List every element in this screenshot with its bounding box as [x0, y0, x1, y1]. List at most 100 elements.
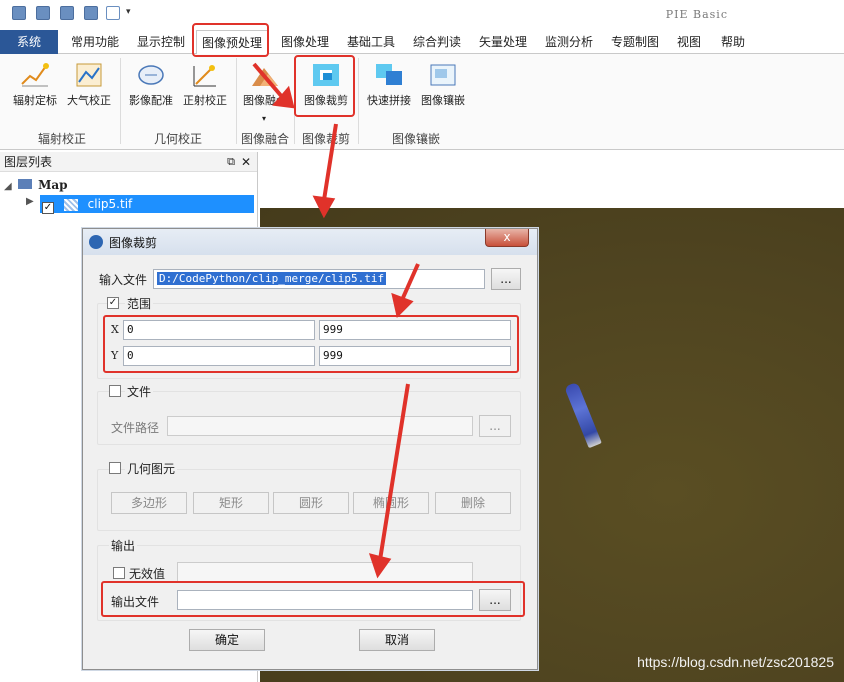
raster-icon: [63, 198, 78, 211]
atmospheric-correction-button[interactable]: 大气校正: [62, 62, 116, 108]
tab-display[interactable]: 显示控制: [130, 30, 192, 54]
quick-mosaic-label: 快速拼接: [367, 94, 411, 107]
dialog-close-button[interactable]: x: [485, 229, 529, 247]
radiometric-calibration-label: 辐射定标: [13, 94, 57, 107]
layer-visible-checkbox[interactable]: ✓: [42, 202, 54, 214]
quick-mosaic-icon: [376, 64, 402, 85]
ok-button[interactable]: 确定: [189, 629, 265, 651]
output-highlight: [101, 581, 525, 617]
group-fusion: 图像融合: [240, 132, 289, 146]
dialog-title-bar: 图像裁剪 x: [83, 229, 537, 255]
rectangle-button[interactable]: 矩形: [193, 492, 269, 514]
quick-mosaic-button[interactable]: 快速拼接: [362, 62, 416, 108]
input-file-label: 输入文件: [99, 273, 148, 287]
atmospheric-correction-icon: [76, 63, 102, 87]
layer-row-clip5[interactable]: ✓ clip5.tif: [40, 195, 254, 214]
output-label: 输出: [109, 537, 138, 554]
nodata-checkbox[interactable]: [113, 567, 125, 579]
image-mosaic-icon: [430, 64, 456, 86]
tab-help[interactable]: 帮助: [714, 30, 752, 54]
file-label: 文件: [125, 383, 154, 400]
save-as-icon[interactable]: [84, 6, 98, 20]
image-fusion-icon: [252, 68, 278, 86]
pin-icon[interactable]: ⧉: [227, 152, 235, 172]
tab-view[interactable]: 视图: [670, 30, 708, 54]
image-clip-dialog: 图像裁剪 x 输入文件 D:/CodePython/clip_merge/cli…: [82, 228, 538, 670]
ribbon-panel: 辐射定标 大气校正 辐射校正 影像配准 正射校正 几何校正 图像融合 ▾ 图像融…: [0, 54, 844, 150]
ship-feature: [564, 381, 602, 449]
close-icon[interactable]: ✕: [241, 152, 251, 172]
group-separator: [358, 58, 359, 144]
file-path-field[interactable]: [167, 416, 473, 436]
image-clip-label: 图像裁剪: [304, 94, 348, 107]
tab-basic-tools[interactable]: 基础工具: [340, 30, 402, 54]
tab-thematic[interactable]: 专题制图: [604, 30, 666, 54]
group-geometric: 几何校正: [153, 132, 202, 146]
expand-icon[interactable]: ◢: [4, 181, 12, 192]
cancel-button[interactable]: 取消: [359, 629, 435, 651]
map-root-label: Map: [38, 178, 68, 192]
image-fusion-dropdown-icon[interactable]: ▾: [262, 114, 266, 123]
delete-button[interactable]: 删除: [435, 492, 511, 514]
watermark: https://blog.csdn.net/zsc201825: [637, 654, 834, 670]
ellipse-button[interactable]: 椭圆形: [353, 492, 429, 514]
ribbon-tabs: 系统 常用功能 显示控制 图像预处理 图像处理 基础工具 综合判读 矢量处理 监…: [0, 30, 844, 54]
save-icon[interactable]: [60, 6, 74, 20]
atmospheric-correction-label: 大气校正: [67, 94, 111, 107]
image-registration-label: 影像配准: [129, 94, 173, 107]
geometry-label: 几何图元: [125, 460, 178, 477]
layer-panel-header: 图层列表 ⧉ ✕: [0, 152, 257, 172]
input-file-field[interactable]: D:/CodePython/clip_merge/clip5.tif: [153, 269, 485, 289]
input-browse-button[interactable]: ...: [491, 268, 521, 290]
app-title: PIE Basic: [665, 8, 728, 21]
polygon-button[interactable]: 多边形: [111, 492, 187, 514]
image-registration-button[interactable]: 影像配准: [124, 62, 178, 108]
image-clip-button[interactable]: 图像裁剪: [298, 62, 354, 108]
map-icon: [17, 179, 32, 189]
file-checkbox[interactable]: [109, 385, 121, 397]
file-path-label: 文件路径: [111, 421, 160, 435]
group-separator: [236, 58, 237, 144]
tab-image-preprocessing[interactable]: 图像预处理: [196, 30, 268, 54]
range-highlight: [103, 315, 519, 373]
tab-monitoring[interactable]: 监测分析: [538, 30, 600, 54]
range-label: 范围: [125, 295, 154, 312]
orthorectification-icon: [193, 65, 216, 87]
image-clip-icon: [313, 64, 339, 86]
dialog-title: 图像裁剪: [109, 236, 158, 250]
tab-common[interactable]: 常用功能: [64, 30, 126, 54]
group-separator: [120, 58, 121, 144]
nodata-field[interactable]: [177, 562, 473, 582]
group-mosaic: 图像镶嵌: [391, 132, 440, 146]
layer-panel-title: 图层列表: [4, 155, 53, 169]
open-icon[interactable]: [36, 6, 50, 20]
group-clip: 图像裁剪: [301, 132, 350, 146]
new-icon[interactable]: [12, 6, 26, 20]
title-bar: ▾ PIE Basic: [0, 0, 844, 30]
range-checkbox[interactable]: ✓: [107, 297, 119, 309]
geometry-checkbox[interactable]: [109, 462, 121, 474]
group-radiometric: 辐射校正: [37, 132, 86, 146]
nodata-label: 无效值: [129, 567, 166, 581]
map-root-node[interactable]: ◢ Map: [4, 176, 68, 194]
tab-interpretation[interactable]: 综合判读: [406, 30, 468, 54]
quick-access-dropdown-icon[interactable]: ▾: [126, 7, 131, 17]
image-registration-icon: [138, 65, 164, 85]
app-logo-icon: [89, 235, 103, 249]
collapse-icon[interactable]: ▶: [26, 196, 34, 207]
input-file-value: D:/CodePython/clip_merge/clip5.tif: [157, 272, 387, 285]
tab-image-processing[interactable]: 图像处理: [274, 30, 336, 54]
circle-button[interactable]: 圆形: [273, 492, 349, 514]
orthorectification-label: 正射校正: [183, 94, 227, 107]
image-fusion-label: 图像融合: [243, 94, 287, 107]
image-mosaic-button[interactable]: 图像镶嵌: [416, 62, 470, 108]
tab-system[interactable]: 系统: [0, 30, 58, 54]
group-separator: [294, 58, 295, 144]
image-fusion-button[interactable]: 图像融合: [238, 62, 292, 108]
radiometric-calibration-button[interactable]: 辐射定标: [8, 62, 62, 108]
orthorectification-button[interactable]: 正射校正: [178, 62, 232, 108]
image-mosaic-label: 图像镶嵌: [421, 94, 465, 107]
file-browse-button[interactable]: ...: [479, 415, 511, 437]
export-icon[interactable]: [106, 6, 120, 20]
tab-vector[interactable]: 矢量处理: [472, 30, 534, 54]
